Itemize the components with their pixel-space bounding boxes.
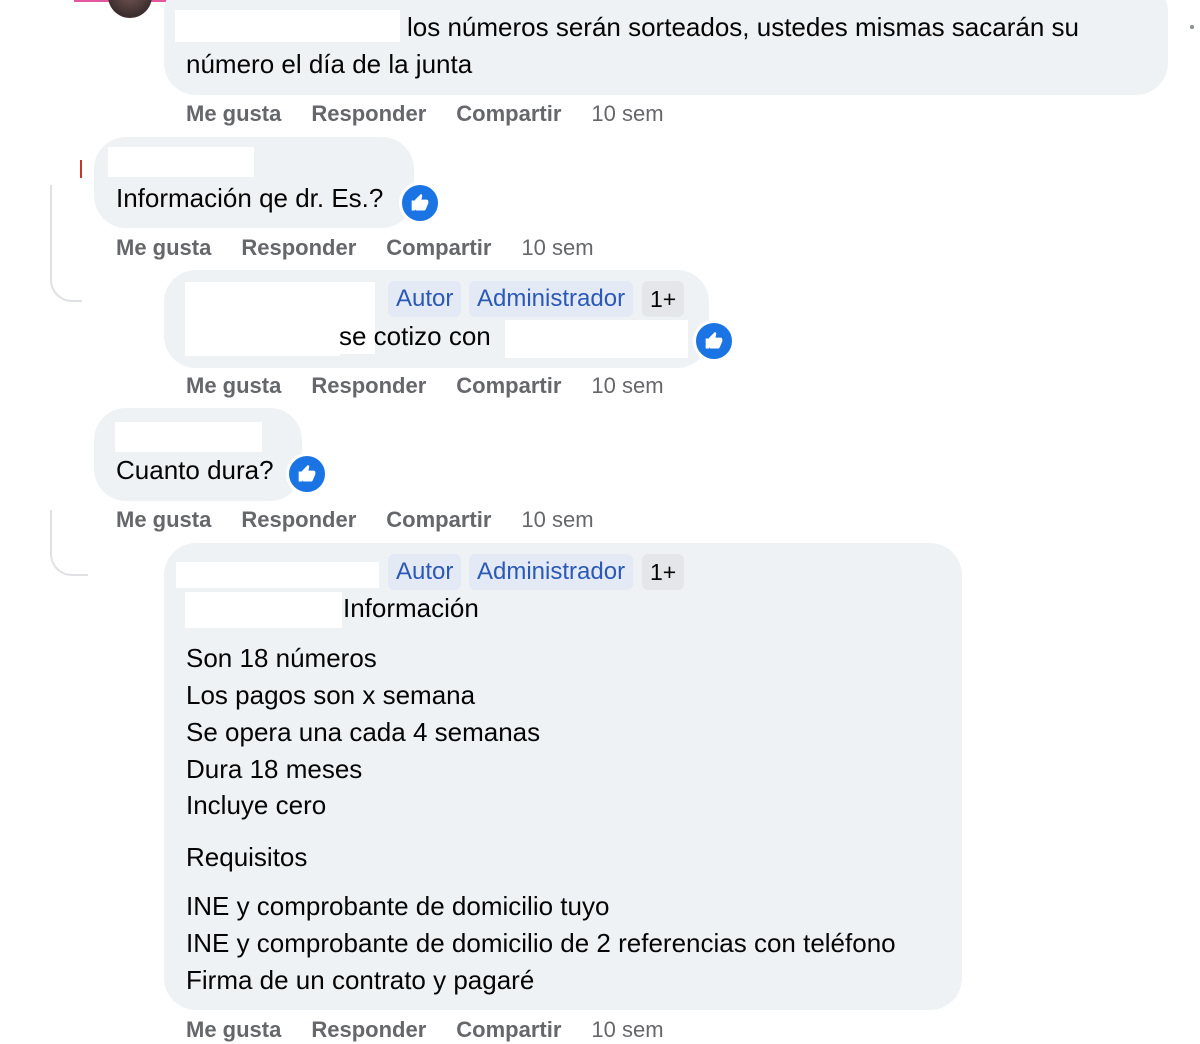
thumbs-up-icon[interactable] xyxy=(693,320,735,362)
comment-text-line: INE y comprobante de domicilio tuyo xyxy=(186,891,610,921)
comment-text: se cotizo con xyxy=(339,321,491,351)
comment-text: Información qe dr. Es.? xyxy=(116,183,384,213)
thread-connector xyxy=(50,510,88,576)
share-button[interactable]: Compartir xyxy=(456,1017,561,1043)
thumbs-up-icon[interactable] xyxy=(399,182,441,224)
comment-text-line: Requisitos xyxy=(186,842,308,872)
share-button[interactable]: Compartir xyxy=(456,373,561,399)
admin-badge: Administrador xyxy=(469,554,634,590)
redacted-author xyxy=(108,147,254,177)
reply-button[interactable]: Responder xyxy=(311,1017,426,1043)
timestamp[interactable]: 10 sem xyxy=(521,235,593,261)
timestamp[interactable]: 10 sem xyxy=(591,101,663,127)
redacted-author xyxy=(115,422,262,452)
like-button[interactable]: Me gusta xyxy=(186,1017,281,1043)
comment-actions: Me gusta Responder Compartir 10 sem xyxy=(186,1016,664,1044)
share-button[interactable]: Compartir xyxy=(386,235,491,261)
reply-button[interactable]: Responder xyxy=(311,373,426,399)
author-badge: Autor xyxy=(388,554,462,590)
comment-text: Cuanto dura? xyxy=(116,455,274,485)
share-button[interactable]: Compartir xyxy=(456,101,561,127)
redacted-author xyxy=(176,562,379,588)
comment-heading: Información xyxy=(343,593,479,623)
share-button[interactable]: Compartir xyxy=(386,507,491,533)
like-button[interactable]: Me gusta xyxy=(186,101,281,127)
more-badges[interactable]: 1+ xyxy=(642,554,685,590)
comment-text-line: Dura 18 meses xyxy=(186,754,363,784)
comment-text-line: INE y comprobante de domicilio de 2 refe… xyxy=(186,928,896,958)
timestamp[interactable]: 10 sem xyxy=(521,507,593,533)
comment-actions: Me gusta Responder Compartir 10 sem xyxy=(186,372,664,400)
author-badge: Autor xyxy=(388,281,462,317)
redacted-author xyxy=(175,10,400,42)
admin-badge: Administrador xyxy=(469,281,634,317)
comment-actions: Me gusta Responder Compartir 10 sem xyxy=(186,100,664,128)
comment-text-line: Son 18 números xyxy=(186,643,377,673)
avatar[interactable] xyxy=(108,0,152,18)
thread-marker xyxy=(80,160,82,178)
reply-button[interactable]: Responder xyxy=(311,101,426,127)
more-options-dot[interactable] xyxy=(1190,25,1194,29)
comment-text-line: Firma de un contrato y pagaré xyxy=(186,965,535,995)
thread-connector xyxy=(50,185,82,302)
comment-text-line: Los pagos son x semana xyxy=(186,680,476,710)
timestamp[interactable]: 10 sem xyxy=(591,1017,663,1043)
reply-button[interactable]: Responder xyxy=(241,235,356,261)
like-button[interactable]: Me gusta xyxy=(116,235,211,261)
comment-actions: Me gusta Responder Compartir 10 sem xyxy=(116,234,594,262)
comment-actions: Me gusta Responder Compartir 10 sem xyxy=(116,506,594,534)
comment-text-line: número el día de la junta xyxy=(186,49,473,79)
timestamp[interactable]: 10 sem xyxy=(591,373,663,399)
like-button[interactable]: Me gusta xyxy=(186,373,281,399)
redacted-mention xyxy=(185,592,342,628)
redacted-author-continued xyxy=(185,320,340,356)
comment-text-line: los números serán sorteados, ustedes mis… xyxy=(407,12,1079,42)
reply-button[interactable]: Responder xyxy=(241,507,356,533)
redacted-mention xyxy=(505,320,688,358)
like-button[interactable]: Me gusta xyxy=(116,507,211,533)
comment-text-line: Incluye cero xyxy=(186,790,327,820)
more-badges[interactable]: 1+ xyxy=(642,281,685,317)
comment-text-line: Se opera una cada 4 semanas xyxy=(186,717,541,747)
thumbs-up-icon[interactable] xyxy=(286,453,328,495)
